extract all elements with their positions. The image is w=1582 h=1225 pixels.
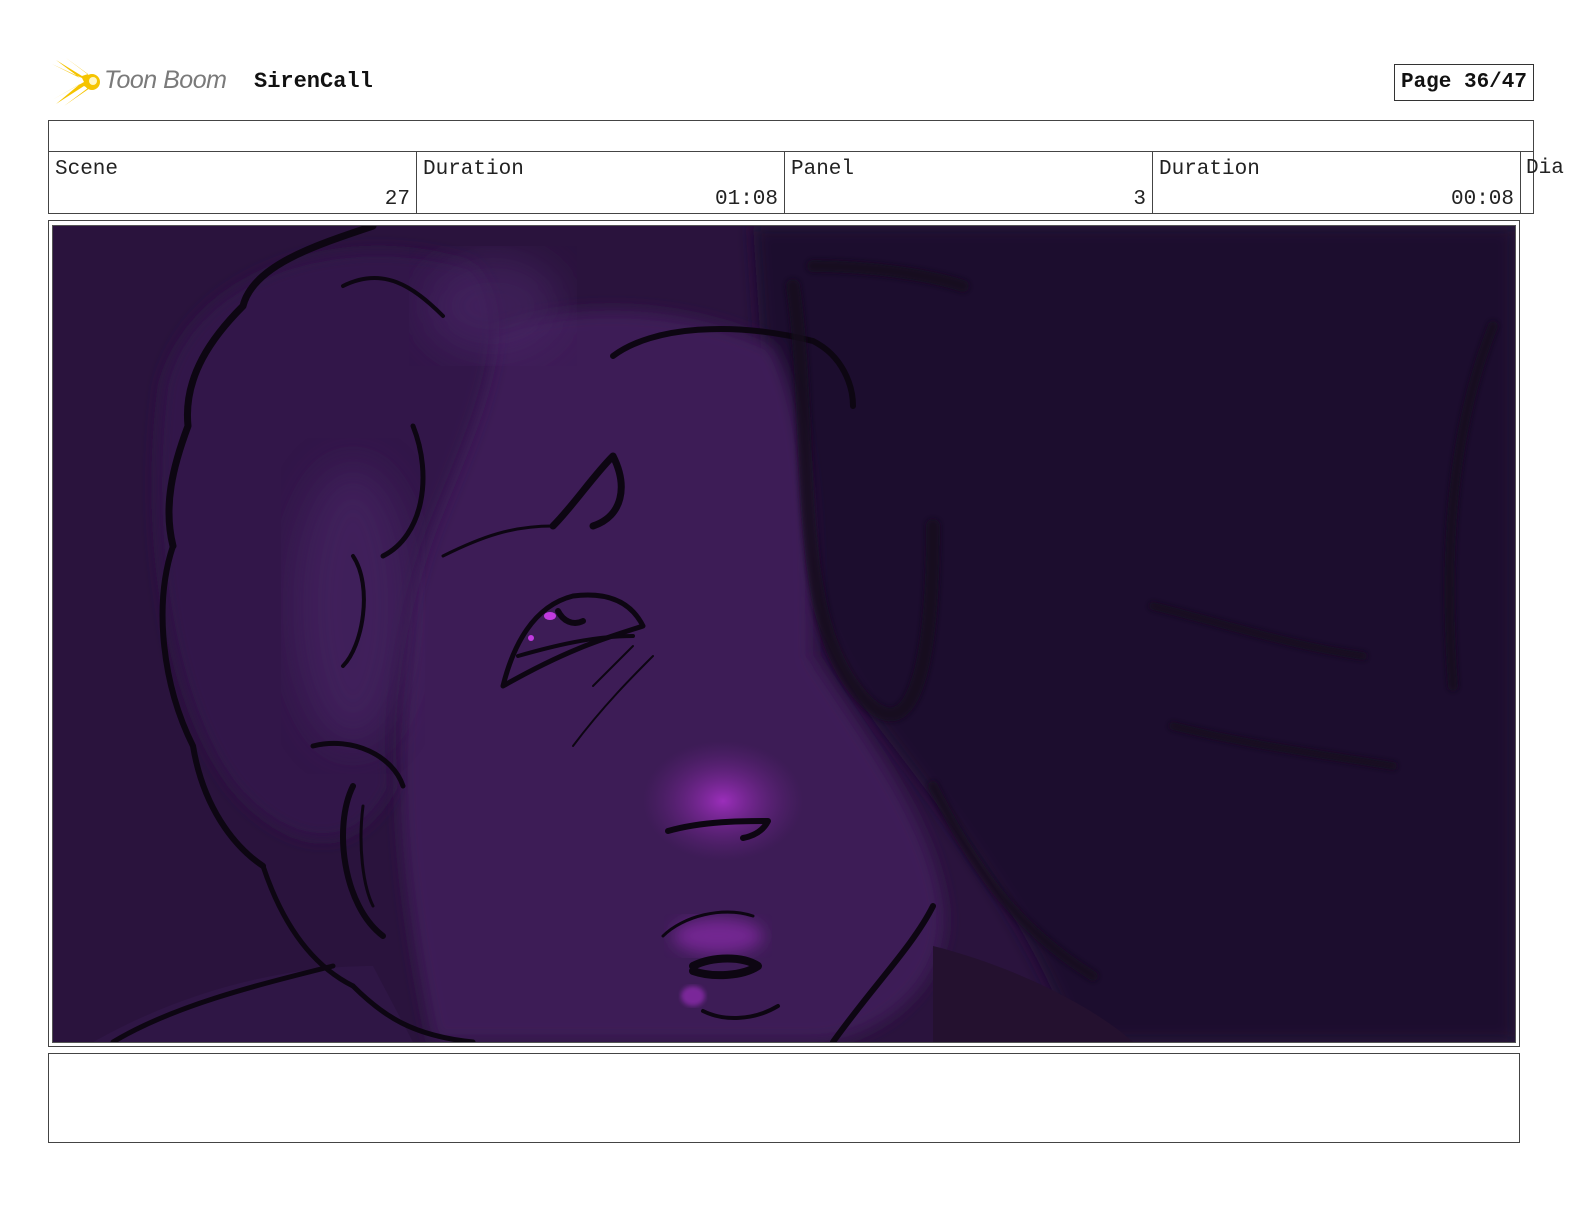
starburst-icon [52, 58, 100, 106]
panel-label: Panel [791, 158, 855, 181]
notes-box[interactable] [48, 1053, 1520, 1143]
dialog-label: Dia [1526, 157, 1564, 180]
panel-sketch [53, 226, 1515, 1042]
info-row: Scene 27 Duration 01:08 Panel 3 Duration… [48, 151, 1534, 214]
scene-value: 27 [384, 188, 410, 211]
panel-duration-cell: Duration 00:08 [1153, 152, 1521, 213]
header: Toon Boom SirenCall Page 36/47 [48, 58, 1534, 108]
brand-name: Toon Boom [104, 66, 227, 94]
scene-label: Scene [55, 158, 119, 181]
scene-cell: Scene 27 [49, 152, 417, 213]
panel-duration-value: 00:08 [1450, 188, 1514, 211]
panel-cell: Panel 3 [785, 152, 1153, 213]
page-indicator: Page 36/47 [1393, 64, 1534, 101]
scene-duration-value: 01:08 [714, 188, 778, 211]
panel-value: 3 [1133, 188, 1146, 211]
storyboard-panel-image [52, 225, 1516, 1043]
scene-duration-label: Duration [423, 158, 524, 181]
title-bar [48, 120, 1534, 152]
scene-duration-cell: Duration 01:08 [417, 152, 785, 213]
project-title: SirenCall [254, 69, 373, 94]
panel-duration-label: Duration [1159, 158, 1260, 181]
